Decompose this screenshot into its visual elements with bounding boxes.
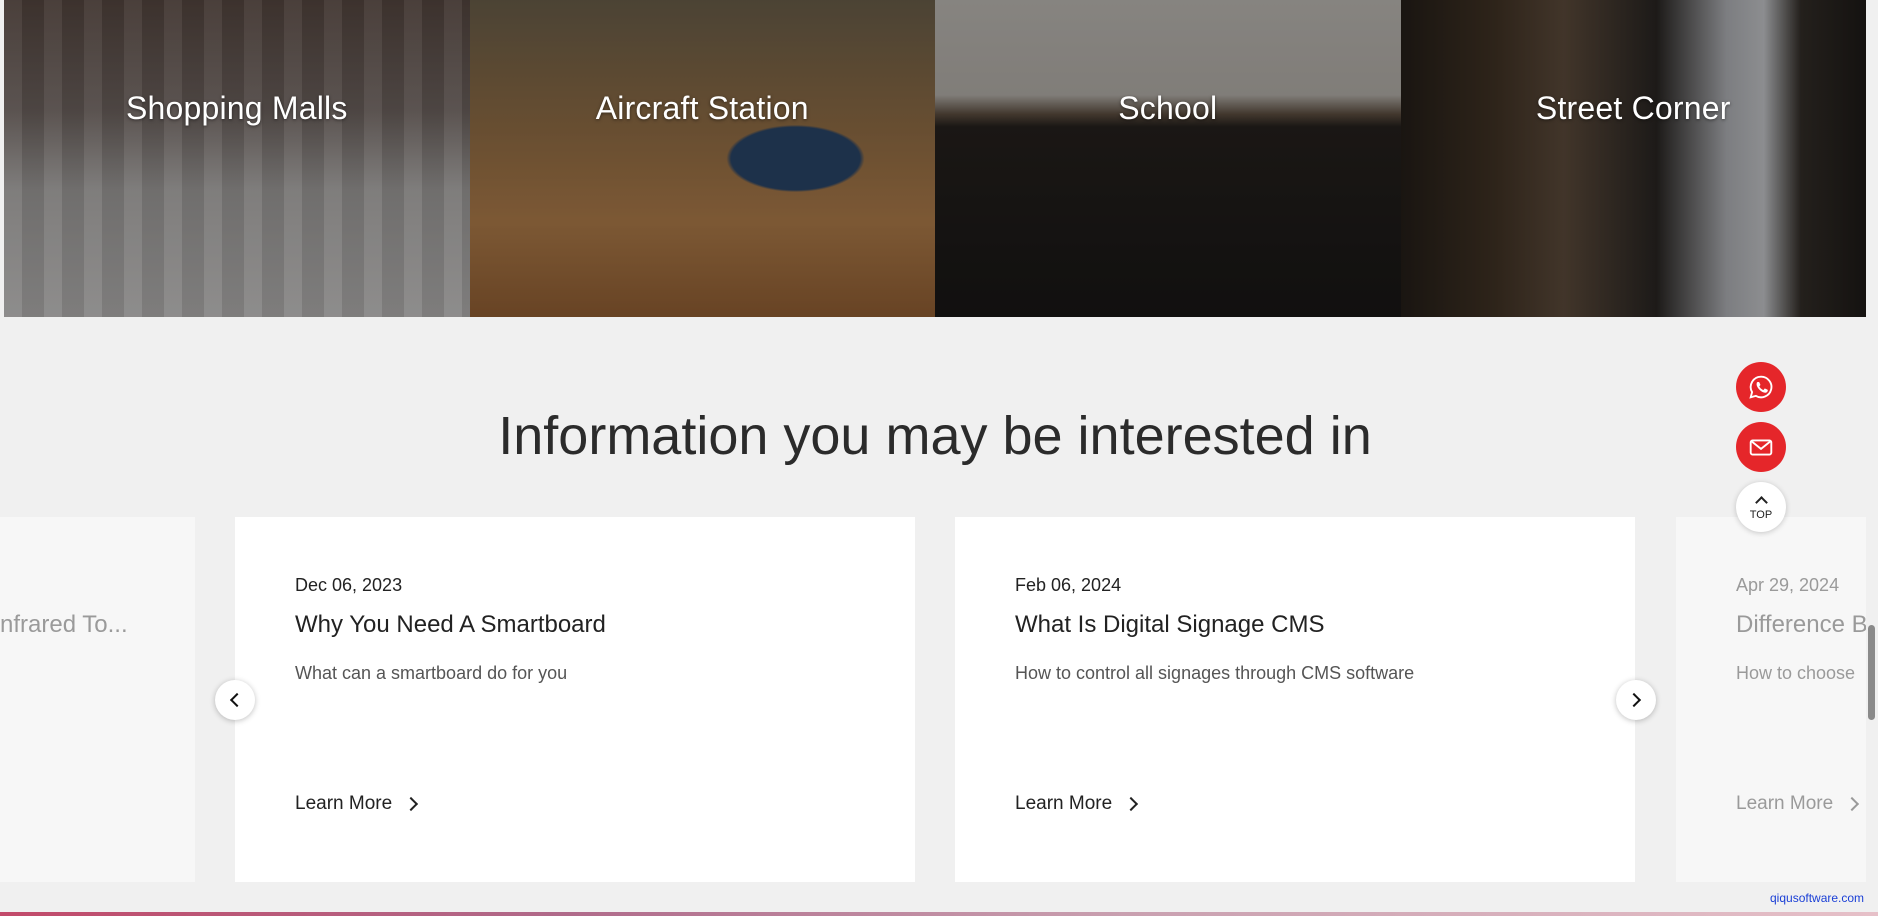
- scrollbar-thumb[interactable]: [1868, 625, 1875, 720]
- back-to-top-button[interactable]: TOP: [1736, 482, 1786, 532]
- scene-school[interactable]: School: [935, 0, 1401, 317]
- article-card-partial-right[interactable]: Apr 29, 2024 Difference Be How to choose…: [1676, 517, 1866, 882]
- chevron-right-icon: [1124, 796, 1139, 812]
- learn-more-label: Learn More: [295, 793, 393, 814]
- article-card-partial-left[interactable]: nfrared To...: [0, 517, 195, 882]
- chevron-right-icon: [404, 796, 419, 812]
- card-title: Difference Be: [1736, 611, 1866, 638]
- scene-street-corner[interactable]: Street Corner: [1400, 0, 1866, 317]
- whatsapp-icon: [1749, 375, 1773, 399]
- card-description: How to control all signages through CMS …: [1015, 663, 1415, 683]
- carousel-next-button[interactable]: [1616, 680, 1656, 720]
- card-title[interactable]: What Is Digital Signage CMS: [1015, 611, 1324, 639]
- mail-icon: [1749, 439, 1773, 456]
- bottom-divider: [0, 912, 1878, 916]
- scene-label: School: [1118, 90, 1218, 126]
- card-description: How to choose: [1736, 663, 1856, 683]
- scene-label: Aircraft Station: [595, 90, 809, 126]
- whatsapp-button[interactable]: [1736, 362, 1786, 412]
- chevron-up-icon: [1754, 495, 1768, 509]
- page: Shopping Malls Aircraft Station School S…: [0, 0, 1878, 916]
- card-description: What can a smartboard do for you: [295, 663, 568, 683]
- learn-more-label: Learn More: [1736, 793, 1834, 814]
- watermark-text: qiqusoftware.com: [1770, 891, 1865, 905]
- card-title: nfrared To...: [0, 611, 128, 638]
- top-label: TOP: [1749, 508, 1773, 521]
- article-card[interactable]: Feb 06, 2024 What Is Digital Signage CMS…: [955, 517, 1635, 882]
- card-date: Dec 06, 2023: [295, 575, 403, 595]
- card-title[interactable]: Why You Need A Smartboard: [295, 611, 606, 639]
- chevron-right-icon: [1626, 692, 1642, 708]
- article-card[interactable]: Dec 06, 2023 Why You Need A Smartboard W…: [235, 517, 915, 882]
- learn-more-link[interactable]: Learn More: [295, 793, 419, 815]
- card-date: Feb 06, 2024: [1015, 575, 1122, 595]
- chevron-right-icon: [1845, 796, 1860, 812]
- scene-aircraft-station[interactable]: Aircraft Station: [469, 0, 935, 317]
- scrollbar[interactable]: [1866, 0, 1878, 916]
- section-title: Information you may be interested in: [498, 406, 1372, 466]
- email-button[interactable]: [1736, 422, 1786, 472]
- learn-more-link[interactable]: Learn More: [1736, 793, 1860, 815]
- scene-shopping-malls[interactable]: Shopping Malls: [4, 0, 470, 317]
- carousel-prev-button[interactable]: [215, 680, 255, 720]
- card-date: Apr 29, 2024: [1736, 575, 1840, 595]
- learn-more-link[interactable]: Learn More: [1015, 793, 1139, 815]
- scenario-tiles: Shopping Malls Aircraft Station School S…: [4, 0, 1866, 317]
- chevron-left-icon: [229, 692, 245, 708]
- scene-label: Shopping Malls: [125, 90, 348, 126]
- scene-label: Street Corner: [1535, 90, 1731, 126]
- learn-more-label: Learn More: [1015, 793, 1113, 814]
